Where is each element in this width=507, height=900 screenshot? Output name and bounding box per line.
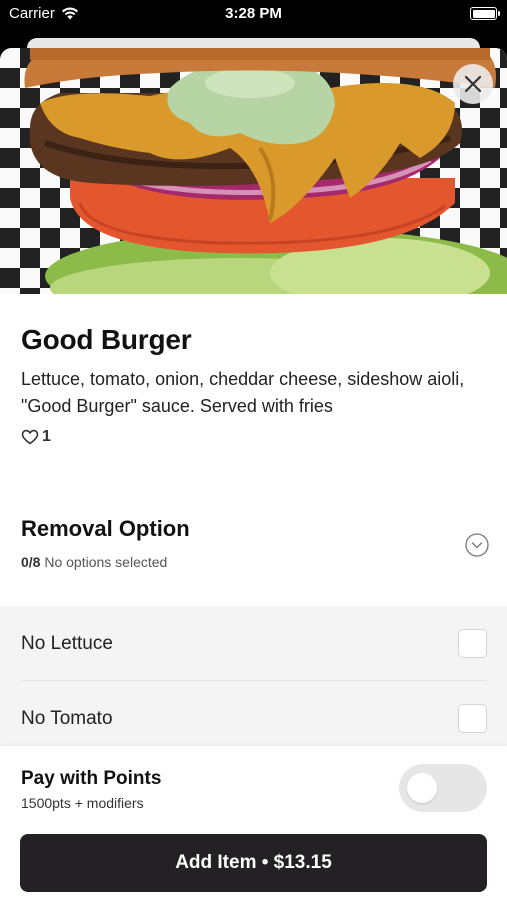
close-icon bbox=[464, 75, 482, 93]
clock: 3:28 PM bbox=[225, 5, 282, 22]
option-checkbox[interactable] bbox=[458, 629, 487, 658]
heart-icon bbox=[21, 429, 39, 445]
section-status: 0/8 No options selected bbox=[21, 554, 491, 570]
footer-bar: Pay with Points 1500pts + modifiers Add … bbox=[0, 746, 507, 900]
removal-options-list: No Lettuce No Tomato bbox=[0, 606, 507, 746]
item-title: Good Burger bbox=[21, 324, 192, 355]
battery-icon bbox=[470, 7, 500, 20]
toggle-knob bbox=[407, 773, 437, 803]
like-button[interactable]: 1 bbox=[21, 428, 491, 446]
item-description: Lettuce, tomato, onion, cheddar cheese, … bbox=[21, 369, 465, 416]
option-no-tomato[interactable]: No Tomato bbox=[0, 681, 507, 756]
item-info: Good Burger Lettuce, tomato, onion, ched… bbox=[21, 324, 491, 446]
selection-count: 0/8 bbox=[21, 554, 41, 570]
option-label: No Tomato bbox=[21, 707, 113, 729]
section-title: Removal Option bbox=[21, 516, 190, 541]
option-checkbox[interactable] bbox=[458, 704, 487, 733]
selection-status: No options selected bbox=[44, 554, 168, 570]
item-photo bbox=[0, 48, 507, 294]
add-item-button[interactable]: Add Item • $13.15 bbox=[20, 834, 487, 892]
points-price: 1500pts + modifiers bbox=[21, 795, 144, 811]
removal-option-header[interactable]: Removal Option 0/8 No options selected bbox=[21, 516, 491, 576]
status-bar: Carrier 3:28 PM bbox=[0, 0, 507, 30]
option-label: No Lettuce bbox=[21, 632, 113, 654]
pay-with-points-label: Pay with Points bbox=[21, 768, 162, 789]
chevron-down-icon bbox=[465, 533, 489, 557]
pay-with-points-toggle[interactable] bbox=[399, 764, 487, 812]
like-count: 1 bbox=[42, 428, 51, 445]
item-detail-sheet: Good Burger Lettuce, tomato, onion, ched… bbox=[0, 48, 507, 900]
burger-image bbox=[24, 48, 507, 294]
close-button[interactable] bbox=[453, 64, 493, 104]
option-no-lettuce[interactable]: No Lettuce bbox=[0, 606, 507, 681]
